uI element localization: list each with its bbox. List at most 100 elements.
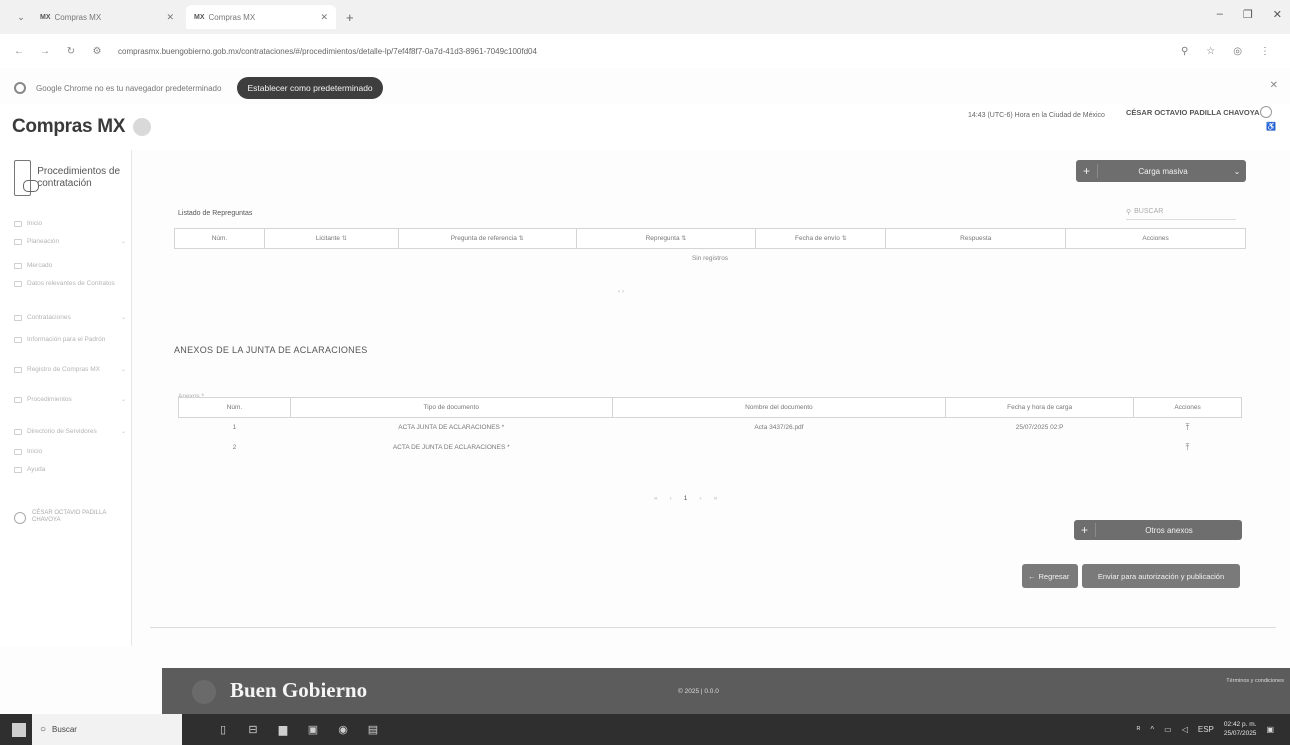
otros-anexos-button[interactable]: + Otros anexos (1074, 520, 1242, 540)
menu-dots-icon[interactable]: ⋮ (1260, 46, 1270, 57)
annex-filename[interactable]: Acta 3437/26.pdf (612, 418, 946, 438)
chrome-icon[interactable]: ◉ (336, 723, 350, 737)
column-header[interactable]: Licitante ⇅ (263, 228, 399, 249)
sidebar-item-inicio[interactable]: Inicio (14, 220, 126, 228)
column-header[interactable]: Pregunta de referencia ⇅ (397, 228, 577, 249)
close-window-icon[interactable]: ✕ (1273, 8, 1282, 21)
logo-badge-icon (133, 118, 152, 136)
taskbar-search[interactable]: ○ Buscar (32, 714, 182, 745)
column-header: Núm. (174, 228, 265, 249)
sidebar-item-planeacion[interactable]: Planeación ⌄ (14, 238, 126, 246)
extensions-icon[interactable]: ◎ (1233, 46, 1242, 57)
network-icon[interactable]: ▭ (1164, 725, 1172, 734)
plus-icon: + (1076, 164, 1098, 178)
sidebar-item-label: Contrataciones (27, 314, 71, 321)
people-icon[interactable]: ᴿ (1137, 725, 1141, 734)
user-avatar-icon[interactable] (1260, 106, 1272, 118)
annex-num: 2 (232, 444, 237, 451)
browser-tab-2[interactable]: MX Compras MX ✕ (186, 5, 336, 29)
enviar-autorizacion-button[interactable]: Enviar para autorización y publicación (1082, 564, 1240, 588)
app-header: Compras MX 14:43 (UTC-6) Hora en la Ciud… (0, 104, 1290, 150)
reload-icon[interactable]: ↻ (64, 46, 78, 57)
tab-list-chevron-icon[interactable]: ⌄ (10, 12, 32, 23)
browser-tabbar: ⌄ MX Compras MX ✕ MX Compras MX ✕ + – ❐ … (0, 0, 1290, 34)
sidebar-item-ayuda[interactable]: Ayuda (14, 466, 126, 474)
contracts-data-icon (14, 281, 22, 287)
word-icon[interactable]: ▤ (366, 723, 380, 737)
arrow-left-icon: ← (1028, 571, 1036, 581)
prev-page-icon[interactable]: ‹ (670, 495, 672, 502)
search-icon: ⚲ (1126, 208, 1132, 216)
minimize-icon[interactable]: – (1217, 8, 1223, 21)
sort-icon[interactable]: ⇅ (519, 236, 524, 242)
no-records-cell: Sin registros (691, 255, 729, 263)
column-header: Tipo de documento (289, 397, 613, 418)
restore-icon[interactable]: ❐ (1243, 8, 1253, 21)
accessibility-icon[interactable]: ♿ (1266, 122, 1276, 131)
task-view-icon[interactable]: ▯ (216, 723, 230, 737)
header-user-name[interactable]: CÉSAR OCTAVIO PADILLA CHAVOYA (1126, 108, 1259, 117)
sidebar-item-label: Información para el Padrón (27, 336, 106, 343)
sidebar-item-datos-contratos[interactable]: Datos relevantes de Contratos (14, 280, 126, 288)
tab-close-icon[interactable]: ✕ (166, 12, 174, 23)
terms-link[interactable]: Términos y condiciones (1226, 678, 1284, 684)
sidebar-item-padron[interactable]: Información para el Padrón (14, 336, 126, 344)
module-title: Procedimientos de contratación (37, 166, 121, 189)
column-header: Nombre del documento (611, 397, 947, 418)
header-time: 14:43 (UTC-6) Hora en la Ciudad de Méxic… (968, 112, 1105, 119)
sidebar-item-registro[interactable]: Registro de Compras MX ⌄ (14, 366, 126, 374)
sidebar-item-mercado[interactable]: Mercado (14, 262, 126, 270)
compras-mx-logo[interactable]: Compras MX (12, 116, 125, 138)
sort-icon[interactable]: ⇅ (342, 236, 347, 242)
upload-icon[interactable]: ⤒ (1186, 442, 1190, 452)
repreguntas-title: Listado de Repreguntas (178, 210, 253, 217)
last-page-icon[interactable]: » (714, 495, 718, 502)
sidebar-item-label: Ayuda (27, 466, 46, 473)
sidebar-item-directorio[interactable]: Directorio de Servidores ⌄ (14, 428, 126, 436)
annexes-table: Núm. Tipo de documento Nombre del docume… (178, 397, 1242, 458)
annex-date (946, 438, 1134, 458)
sort-icon[interactable]: ⇅ (842, 236, 847, 242)
bookmark-star-icon[interactable]: ☆ (1206, 46, 1215, 57)
current-page[interactable]: 1 (684, 495, 688, 502)
tab-close-icon[interactable]: ✕ (320, 12, 328, 23)
column-header: Acciones (1065, 228, 1246, 249)
sidebar-item-inicio-2[interactable]: Inicio (14, 448, 126, 456)
next-page-icon[interactable]: › (699, 495, 701, 502)
forward-icon[interactable]: → (38, 46, 52, 57)
registry-icon (14, 337, 22, 343)
sidebar-user[interactable]: CÉSAR OCTAVIO PADILLA CHAVOYA (14, 510, 126, 524)
back-icon[interactable]: ← (12, 46, 26, 57)
file-explorer-icon[interactable]: ▆ (276, 723, 290, 737)
excel-icon[interactable]: ▣ (306, 723, 320, 737)
notifications-icon[interactable]: ▣ (1266, 725, 1274, 734)
clock[interactable]: 02:42 p. m. 25/07/2025 (1224, 720, 1257, 738)
windows-start-icon[interactable] (12, 722, 26, 737)
column-header[interactable]: Fecha de envío ⇅ (755, 228, 887, 249)
site-info-icon[interactable]: ⚙ (90, 46, 104, 57)
set-default-button[interactable]: Establecer como predeterminado (237, 77, 383, 99)
sort-icon[interactable]: ⇅ (681, 236, 686, 242)
upload-icon[interactable]: ⤒ (1186, 422, 1190, 432)
volume-icon[interactable]: ◁ (1182, 725, 1188, 734)
tray-chevron-up-icon[interactable]: ^ (1150, 725, 1154, 734)
sidebar-item-procedimientos[interactable]: Procedimientos ⌄ (14, 396, 126, 404)
zoom-icon[interactable]: ⚲ (1181, 46, 1188, 57)
browser-tab-1[interactable]: MX Compras MX ✕ (32, 5, 182, 29)
footer: Buen Gobierno © 2025 | 0.0.0 Términos y … (162, 668, 1290, 714)
tab-title: Compras MX (208, 12, 256, 22)
column-header[interactable]: Repregunta ⇅ (575, 228, 757, 249)
search-input[interactable]: ⚲ BUSCAR (1126, 204, 1236, 220)
annex-filename[interactable] (612, 438, 946, 458)
sidebar-item-contrataciones[interactable]: Contrataciones ⌄ (14, 314, 126, 322)
first-page-icon[interactable]: « (654, 495, 658, 502)
home-icon (14, 221, 22, 227)
new-tab-button[interactable]: + (346, 10, 354, 25)
carga-masiva-button[interactable]: + Carga masiva ⌄ (1076, 160, 1246, 182)
regresar-button[interactable]: ← Regresar (1022, 564, 1078, 588)
infobar-close-icon[interactable]: ✕ (1270, 80, 1278, 91)
language-indicator[interactable]: ESP (1198, 725, 1214, 734)
url-field[interactable]: comprasmx.buengobierno.gob.mx/contrataci… (118, 47, 1181, 56)
repreguntas-pager[interactable]: ‹ › (618, 288, 624, 295)
widgets-icon[interactable]: ⊟ (246, 723, 260, 737)
